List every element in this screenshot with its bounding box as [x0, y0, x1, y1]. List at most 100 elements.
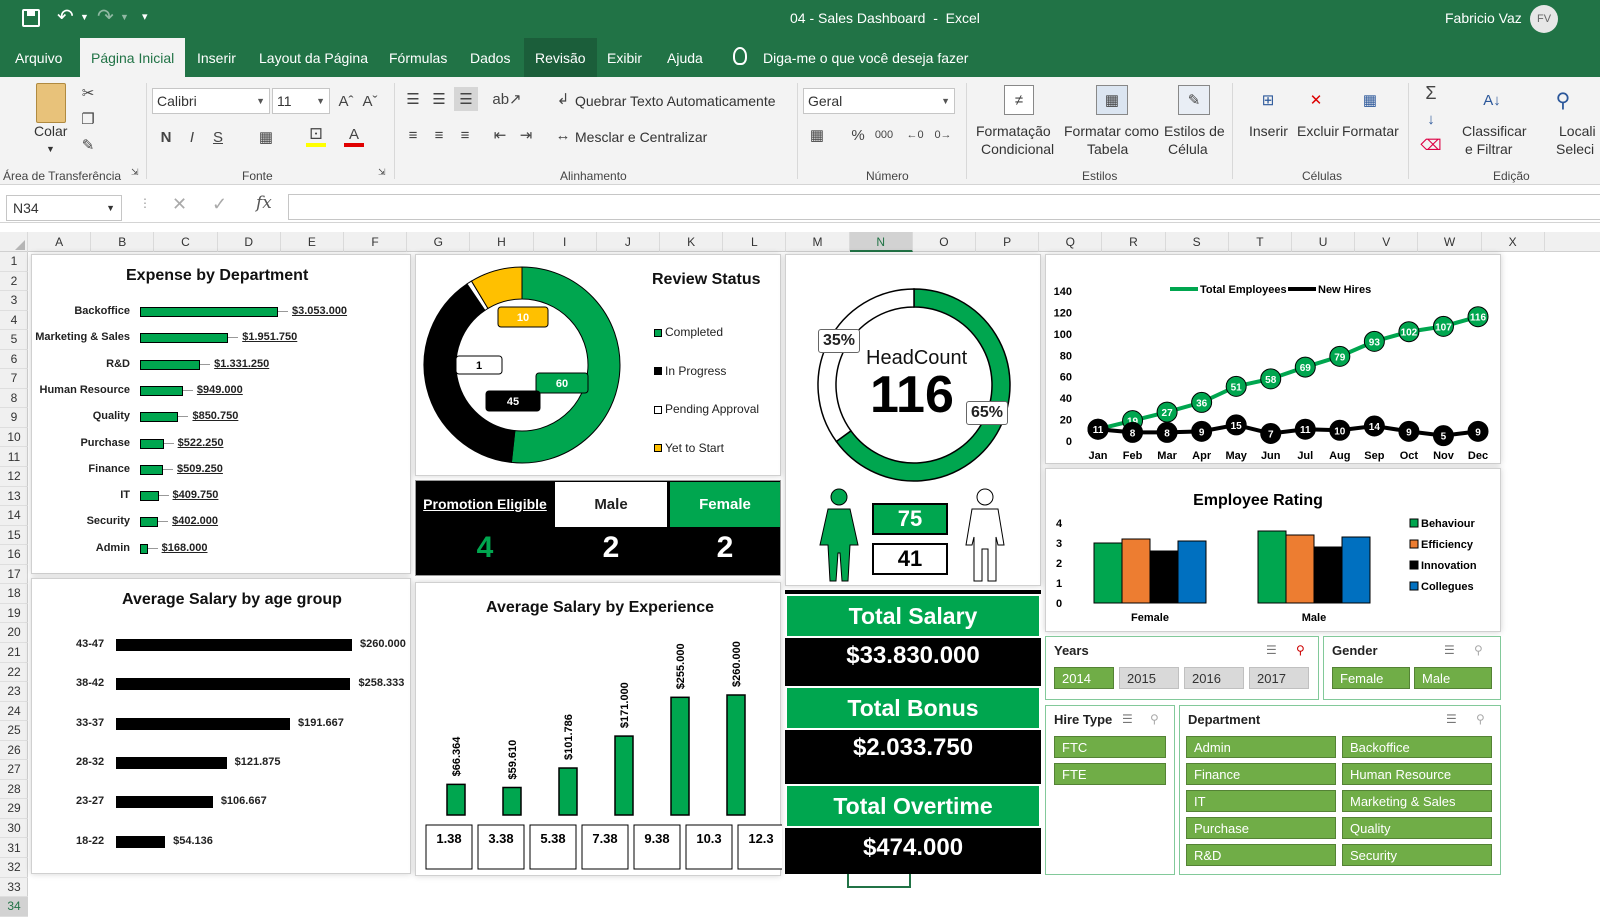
slicer-item-finance[interactable]: Finance [1186, 763, 1336, 785]
find-select-icon[interactable]: ⚲ [1548, 85, 1578, 115]
orientation-icon[interactable]: ab↗ [492, 89, 522, 109]
format-cells-icon[interactable]: ▦ [1354, 85, 1386, 115]
row-header-5[interactable]: 5 [0, 330, 28, 350]
align-left-icon[interactable]: ≡ [403, 125, 423, 145]
row-header-18[interactable]: 18 [0, 584, 28, 604]
column-header-g[interactable]: G [407, 232, 471, 252]
column-header-x[interactable]: X [1482, 232, 1545, 252]
save-icon[interactable] [22, 9, 40, 27]
slicer-item-ftc[interactable]: FTC [1054, 736, 1166, 758]
slicer-item-2014[interactable]: 2014 [1054, 667, 1114, 689]
row-header-30[interactable]: 30 [0, 819, 28, 839]
multi-select-icon[interactable]: ☰ [1446, 712, 1457, 726]
format-cells-button[interactable]: Formatar [1342, 123, 1399, 139]
tell-me-search[interactable]: Diga-me o que você deseja fazer [752, 38, 979, 77]
paste-dropdown-icon[interactable]: ▼ [46, 141, 55, 157]
row-header-7[interactable]: 7 [0, 369, 28, 389]
row-header-1[interactable]: 1 [0, 252, 28, 272]
fill-icon[interactable]: ↓ [1420, 109, 1442, 129]
find-select-button[interactable]: Locali [1559, 123, 1596, 139]
format-painter-icon[interactable]: ✎ [78, 135, 98, 155]
cell-styles-icon[interactable]: ✎ [1178, 85, 1210, 115]
redo-icon[interactable]: ↷ [97, 4, 114, 29]
column-header-m[interactable]: M [786, 232, 850, 252]
borders-icon[interactable]: ▦ [256, 127, 276, 147]
slicer-item-2016[interactable]: 2016 [1184, 667, 1244, 689]
wrap-text-icon[interactable]: ↲ [553, 89, 573, 109]
column-header-q[interactable]: Q [1039, 232, 1103, 252]
customize-toolbar-icon[interactable]: ▾ [142, 10, 148, 23]
decrease-indent-icon[interactable]: ⇤ [490, 125, 510, 145]
tab-dados[interactable]: Dados [459, 38, 521, 77]
column-header-a[interactable]: A [28, 232, 92, 252]
row-header-27[interactable]: 27 [0, 760, 28, 780]
row-header-14[interactable]: 14 [0, 506, 28, 526]
row-header-26[interactable]: 26 [0, 741, 28, 761]
align-center-icon[interactable]: ≡ [429, 125, 449, 145]
tab-layout[interactable]: Layout da Página [248, 38, 379, 77]
enter-icon[interactable]: ✓ [212, 194, 227, 215]
column-header-s[interactable]: S [1166, 232, 1229, 252]
format-table-button-line2[interactable]: Tabela [1087, 141, 1128, 157]
row-header-21[interactable]: 21 [0, 643, 28, 663]
row-header-8[interactable]: 8 [0, 389, 28, 409]
slicer-item-2017[interactable]: 2017 [1249, 667, 1309, 689]
align-middle-icon[interactable]: ☰ [429, 89, 449, 109]
row-header-20[interactable]: 20 [0, 623, 28, 643]
column-header-p[interactable]: P [976, 232, 1040, 252]
row-header-29[interactable]: 29 [0, 799, 28, 819]
copy-icon[interactable]: ❐ [78, 109, 98, 129]
row-header-19[interactable]: 19 [0, 604, 28, 624]
font-size-select[interactable]: 11 ▼ [272, 88, 330, 114]
sort-filter-button[interactable]: Classificar [1462, 123, 1527, 139]
column-header-b[interactable]: B [91, 232, 155, 252]
row-header-6[interactable]: 6 [0, 350, 28, 370]
conditional-format-icon[interactable]: ≠ [1004, 85, 1034, 115]
slicer-item-purchase[interactable]: Purchase [1186, 817, 1336, 839]
row-header-11[interactable]: 11 [0, 448, 28, 467]
delete-cells-button[interactable]: Excluir [1297, 123, 1339, 139]
column-header-d[interactable]: D [218, 232, 281, 252]
fill-color-icon[interactable]: ⚀ [306, 125, 326, 147]
sort-filter-button-line2[interactable]: e Filtrar [1465, 141, 1512, 157]
column-header-f[interactable]: F [344, 232, 408, 252]
formula-input[interactable] [288, 194, 1600, 220]
clear-icon[interactable]: ⌫ [1420, 135, 1442, 155]
underline-button[interactable]: S [208, 127, 228, 147]
slicer-item-it[interactable]: IT [1186, 790, 1336, 812]
increase-indent-icon[interactable]: ⇥ [516, 125, 536, 145]
font-launcher-icon[interactable]: ⇲ [378, 167, 386, 178]
percent-button[interactable]: % [848, 125, 868, 145]
format-table-button[interactable]: Formatar como [1064, 123, 1159, 139]
column-header-n[interactable]: N [849, 232, 913, 252]
tab-pagina-inicial[interactable]: Página Inicial [80, 38, 186, 77]
row-header-15[interactable]: 15 [0, 526, 28, 546]
clear-filter-icon[interactable]: ⚲ [1150, 712, 1159, 726]
row-header-32[interactable]: 32 [0, 858, 28, 878]
tab-revisao[interactable]: Revisão [524, 38, 597, 77]
row-header-3[interactable]: 3 [0, 291, 28, 311]
name-box[interactable]: N34 ▼ [6, 195, 122, 221]
slicer-item-backoffice[interactable]: Backoffice [1342, 736, 1492, 758]
column-header-u[interactable]: U [1292, 232, 1356, 252]
format-table-icon[interactable]: ▦ [1096, 85, 1128, 115]
tab-ajuda[interactable]: Ajuda [656, 38, 714, 77]
row-header-10[interactable]: 10 [0, 428, 28, 448]
clear-filter-icon[interactable]: ⚲ [1296, 643, 1305, 657]
merge-center-button[interactable]: Mesclar e Centralizar [575, 129, 707, 145]
tab-formulas[interactable]: Fórmulas [378, 38, 458, 77]
row-header-12[interactable]: 12 [0, 467, 28, 487]
dashboard-sheet[interactable]: Expense by Department Backoffice $3.053.0… [29, 252, 1600, 909]
redo-dropdown-icon[interactable]: ▼ [120, 12, 129, 22]
bold-button[interactable]: N [156, 127, 176, 147]
multi-select-icon[interactable]: ☰ [1266, 643, 1277, 657]
slicer-item-marketing-sales[interactable]: Marketing & Sales [1342, 790, 1492, 812]
shrink-font-icon[interactable]: Aˇ [360, 91, 380, 111]
row-header-31[interactable]: 31 [0, 839, 28, 858]
function-icon[interactable]: fx [256, 193, 272, 213]
merge-center-icon[interactable]: ↔ [553, 125, 573, 145]
undo-icon[interactable]: ↶ [57, 4, 74, 29]
paste-icon[interactable] [36, 83, 66, 123]
row-header-4[interactable]: 4 [0, 311, 28, 331]
row-header-13[interactable]: 13 [0, 487, 28, 507]
